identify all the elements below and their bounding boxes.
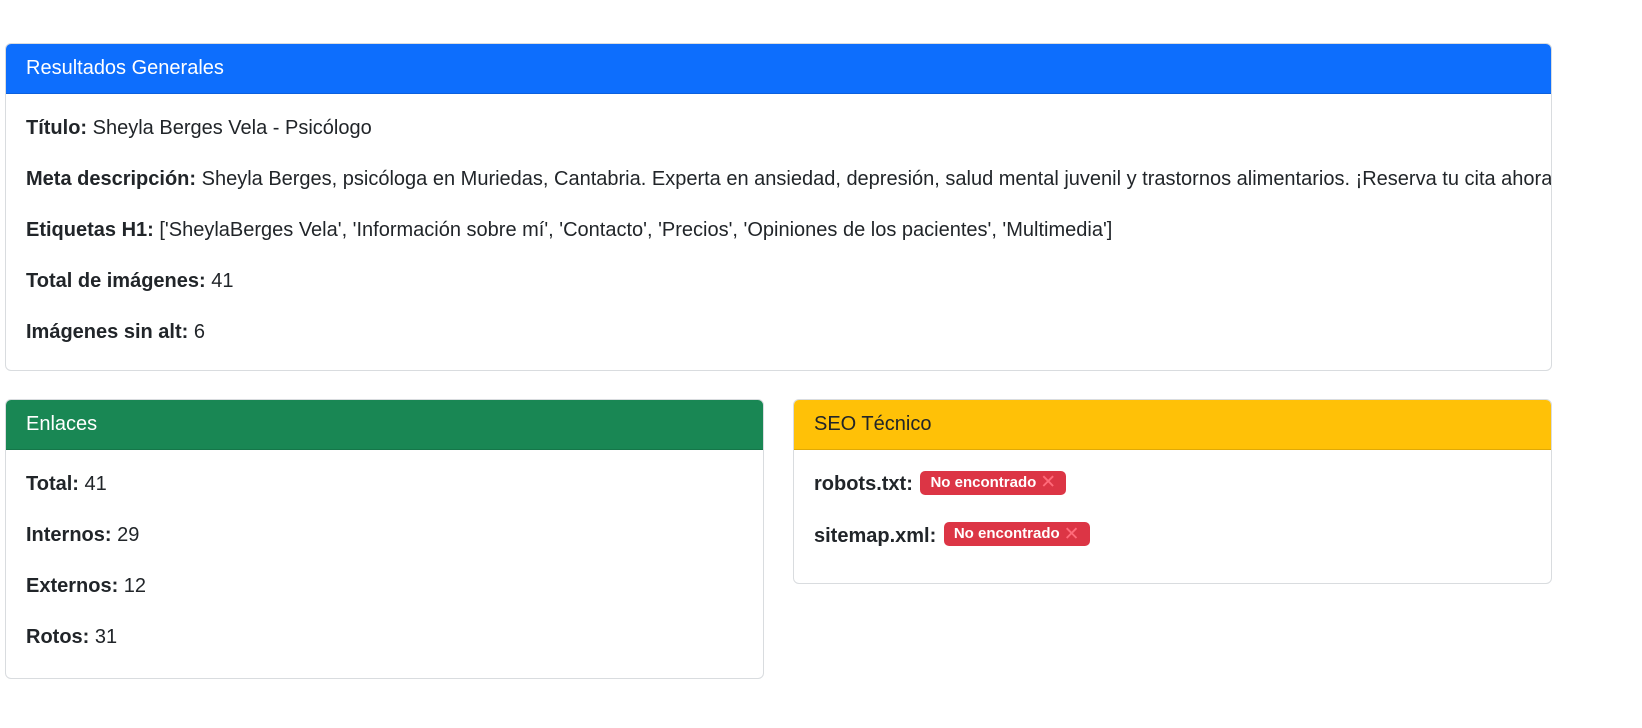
meta-description-label: Meta descripción: xyxy=(26,168,197,190)
title-value: Sheyla Berges Vela - Psicólogo xyxy=(87,117,372,139)
links-title: Enlaces xyxy=(26,413,98,435)
links-broken-label: Rotos: xyxy=(26,626,90,648)
general-results-card: Resultados Generales Título: Sheyla Berg… xyxy=(5,43,1552,371)
h1-tags-value: ['SheylaBerges Vela', 'Información sobre… xyxy=(153,219,1113,241)
technical-seo-card: SEO Técnico robots.txt: No encontrado ✕ s… xyxy=(793,399,1552,584)
links-header: Enlaces xyxy=(6,400,763,450)
title-label: Título: xyxy=(26,117,88,139)
links-internal-label: Internos: xyxy=(26,524,112,546)
links-broken-row: Rotos: 31 xyxy=(26,625,743,649)
sitemap-status-text: No encontrado xyxy=(953,525,1060,543)
total-images-label: Total de imágenes: xyxy=(26,270,206,292)
total-images-value: 41 xyxy=(205,270,234,292)
links-total-value: 41 xyxy=(78,473,107,495)
links-internal-row: Internos: 29 xyxy=(26,523,743,547)
x-icon: ✕ xyxy=(1040,472,1057,494)
images-without-alt-label: Imágenes sin alt: xyxy=(26,321,189,343)
links-broken-value: 31 xyxy=(89,626,118,648)
robots-status-text: No encontrado xyxy=(930,473,1037,491)
sitemap-row: sitemap.xml: No encontrado ✕ xyxy=(814,522,1531,549)
total-images-row: Total de imágenes: 41 xyxy=(26,269,1531,293)
robots-row: robots.txt: No encontrado ✕ xyxy=(814,470,1531,497)
links-total-row: Total: 41 xyxy=(26,472,743,496)
h1-tags-label: Etiquetas H1: xyxy=(26,219,154,241)
robots-label: robots.txt: xyxy=(814,473,913,495)
h1-tags-row: Etiquetas H1: ['SheylaBerges Vela', 'Inf… xyxy=(26,218,1531,242)
links-total-label: Total: xyxy=(26,473,79,495)
links-internal-value: 29 xyxy=(111,524,140,546)
technical-seo-header: SEO Técnico xyxy=(794,400,1551,450)
meta-description-value: Sheyla Berges, psicóloga en Muriedas, Ca… xyxy=(196,168,1552,190)
robots-status-badge: No encontrado ✕ xyxy=(920,470,1067,495)
general-results-title: Resultados Generales xyxy=(26,57,224,79)
technical-seo-title: SEO Técnico xyxy=(814,413,932,435)
links-card: Enlaces Total: 41 Internos: 29 Externos:… xyxy=(5,399,764,679)
links-external-row: Externos: 12 xyxy=(26,574,743,598)
title-row: Título: Sheyla Berges Vela - Psicólogo xyxy=(26,116,1531,140)
images-without-alt-value: 6 xyxy=(188,321,205,343)
links-external-value: 12 xyxy=(118,575,147,597)
general-results-header: Resultados Generales xyxy=(6,44,1551,94)
sitemap-status-badge: No encontrado ✕ xyxy=(943,522,1090,547)
sitemap-label: sitemap.xml: xyxy=(814,524,937,547)
images-without-alt-row: Imágenes sin alt: 6 xyxy=(26,320,1531,344)
x-icon: ✕ xyxy=(1063,523,1080,545)
meta-description-row: Meta descripción: Sheyla Berges, psicólo… xyxy=(26,167,1551,191)
links-external-label: Externos: xyxy=(26,575,119,597)
